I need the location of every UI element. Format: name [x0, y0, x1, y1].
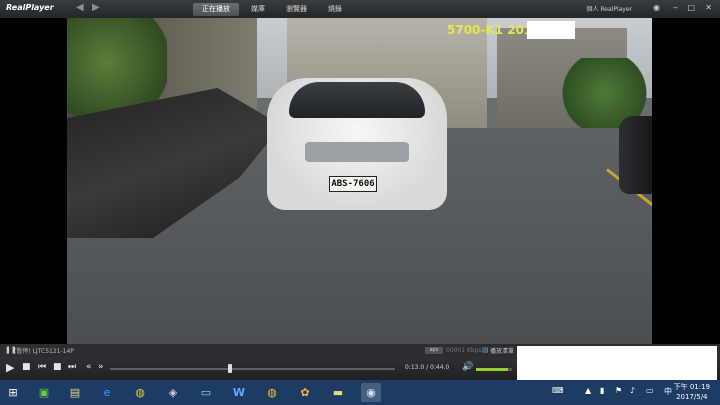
close-icon[interactable]: ✕ — [705, 3, 712, 12]
taskbar: ⊞ ▣ ▤ e ◍ ◈ ▭ W ◍ ✿ ▬ ◉ ⌨ ▲ ▮ ⚑ ♪ ▭ 中 下午… — [0, 380, 720, 405]
speaker-tray-icon[interactable]: ♪ — [630, 386, 635, 395]
battery-icon[interactable]: ▮ — [600, 386, 604, 395]
chrome-icon-2[interactable]: ◍ — [262, 383, 282, 402]
tab-now-playing[interactable]: 正在播放 — [193, 3, 239, 16]
ie-icon[interactable]: e — [97, 383, 117, 402]
fast-forward-button[interactable]: » — [98, 362, 104, 372]
game-icon[interactable]: ✿ — [295, 383, 315, 402]
redaction-box — [527, 21, 575, 39]
tab-browser[interactable]: 瀏覽器 — [277, 3, 316, 16]
store-icon[interactable]: ▣ — [34, 383, 54, 402]
back-arrow-icon[interactable]: ◀ — [76, 2, 84, 13]
license-plate: ABS-7606 — [329, 176, 377, 192]
play-button[interactable]: ▶ — [6, 361, 14, 374]
title-bar: RealPlayer ◀ ▶ 正在播放 媒庫 瀏覽器 燒錄 個人 RealPla… — [0, 0, 720, 19]
seek-bar[interactable] — [110, 368, 395, 370]
seek-handle[interactable] — [227, 364, 232, 373]
forward-arrow-icon[interactable]: ▶ — [92, 2, 100, 13]
minimize-icon[interactable]: ‒ — [673, 3, 678, 12]
tab-library[interactable]: 媒庫 — [242, 3, 274, 16]
ime-indicator[interactable]: 中 — [664, 386, 672, 397]
volume-icon[interactable]: 🔊 — [462, 362, 473, 372]
monitor-icon[interactable]: ▭ — [196, 383, 216, 402]
flag-icon[interactable]: ⚑ — [615, 386, 622, 395]
word-icon[interactable]: W — [229, 383, 249, 402]
next-button[interactable]: ⏭ — [68, 362, 76, 372]
files-icon[interactable]: ▤ — [65, 383, 85, 402]
stop-button[interactable]: ■ — [22, 362, 31, 372]
realplayer-taskbar-icon[interactable]: ◉ — [361, 383, 381, 402]
eye-icon[interactable]: ◉ — [653, 3, 660, 12]
keyboard-icon[interactable]: ⌨ — [552, 386, 564, 395]
playlist-label[interactable]: 播放清單 — [490, 346, 514, 355]
video-area[interactable]: ABS-7606 5700-K1 2017 — [0, 18, 720, 344]
windows-start-icon[interactable]: ⊞ — [3, 383, 23, 402]
system-clock[interactable]: 下午 01:19 2017/5/4 — [674, 382, 710, 402]
chrome-icon[interactable]: ◍ — [130, 383, 150, 402]
notification-icon[interactable]: ▭ — [646, 386, 654, 395]
bitrate: 00001 Kbps — [446, 347, 482, 354]
account-label[interactable]: 個人 RealPlayer — [586, 4, 632, 13]
time-display: 0:13.0 / 0:44.0 — [405, 364, 450, 371]
tab-burn[interactable]: 燒錄 — [319, 3, 351, 16]
network-icon[interactable]: ▲ — [585, 386, 591, 395]
redaction-box-lower — [517, 346, 717, 380]
clock-date: 2017/5/4 — [676, 393, 708, 401]
playlist-icon[interactable]: ▤ — [482, 346, 489, 354]
stop-square-button[interactable]: ■ — [53, 362, 62, 372]
rewind-button[interactable]: « — [86, 362, 92, 372]
clock-time: 下午 01:19 — [673, 383, 710, 391]
folder-icon[interactable]: ▬ — [328, 383, 348, 402]
app-icon[interactable]: ◈ — [163, 383, 183, 402]
aps-badge: aps — [425, 347, 443, 354]
previous-button[interactable]: ⏮ — [38, 362, 46, 372]
clip-status: (暫停) LJTC5121-14P — [14, 348, 74, 355]
maximize-icon[interactable]: □ — [687, 3, 695, 12]
volume-level — [476, 368, 509, 371]
video-frame[interactable]: ABS-7606 5700-K1 2017 — [67, 18, 652, 344]
realplayer-logo: RealPlayer — [6, 3, 54, 12]
main-tabs: 正在播放 媒庫 瀏覽器 燒錄 — [193, 3, 354, 16]
